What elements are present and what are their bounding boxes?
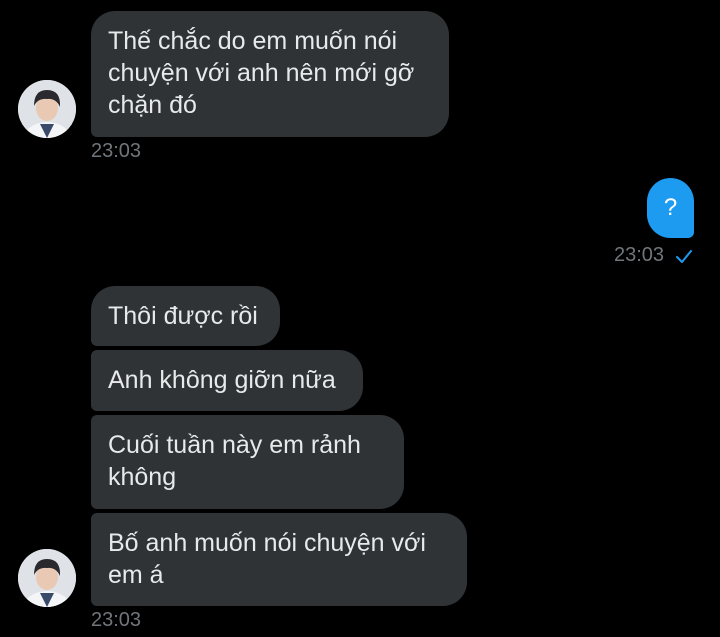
incoming-message-bubble[interactable]: Thôi được rồi [91, 286, 280, 346]
avatar[interactable] [18, 80, 76, 138]
incoming-message-bubble[interactable]: Thế chắc do em muốn nói chuyện với anh n… [91, 11, 449, 137]
incoming-message-bubble[interactable]: Cuối tuần này em rảnh không [91, 415, 404, 509]
checkmark-icon [676, 250, 692, 263]
message-timestamp: 23:03 [91, 609, 142, 631]
sent-timestamp: 23:03 [614, 244, 665, 266]
incoming-message-bubble[interactable]: Anh không giỡn nữa [91, 350, 363, 411]
outgoing-message-bubble[interactable]: ? [647, 178, 694, 238]
incoming-message-bubble[interactable]: Bố anh muốn nói chuyện với em á [91, 513, 467, 606]
profile-photo-icon [18, 80, 76, 138]
message-timestamp: 23:03 [91, 140, 142, 162]
profile-photo-icon [18, 549, 76, 607]
avatar[interactable] [18, 549, 76, 607]
